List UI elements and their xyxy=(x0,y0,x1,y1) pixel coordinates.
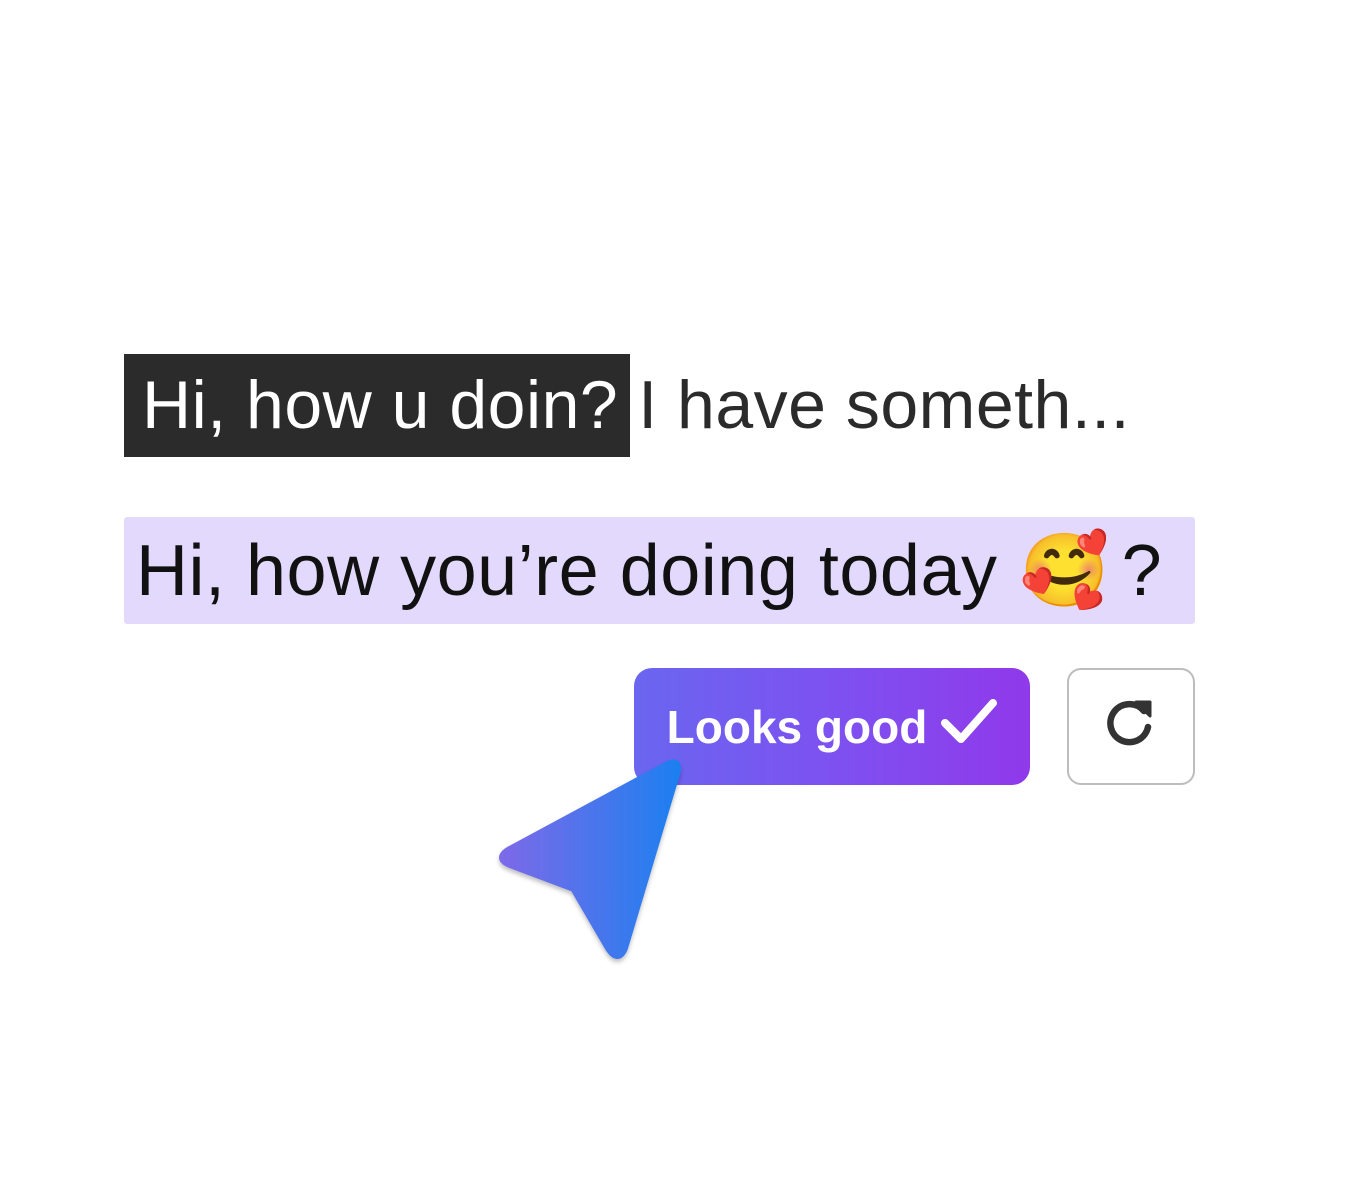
original-text-line[interactable]: Hi, how u doin? I have someth... xyxy=(124,354,1130,457)
unselected-text[interactable]: I have someth... xyxy=(630,354,1130,457)
suggestion-text: Hi, how you’re doing today xyxy=(136,530,998,611)
looks-good-button[interactable]: Looks good xyxy=(634,668,1030,785)
refresh-icon xyxy=(1103,696,1159,757)
looks-good-label: Looks good xyxy=(666,700,928,753)
smiling-face-with-hearts-emoji: 🥰 xyxy=(1019,531,1110,611)
suggestion-trailing-punctuation: ? xyxy=(1121,530,1163,611)
rewrite-suggestion[interactable]: Hi, how you’re doing today 🥰 ? xyxy=(124,517,1195,624)
selected-text[interactable]: Hi, how u doin? xyxy=(124,354,631,457)
pointer-cursor-icon xyxy=(490,752,690,967)
checkmark-icon xyxy=(941,697,998,756)
regenerate-button[interactable] xyxy=(1067,668,1195,785)
